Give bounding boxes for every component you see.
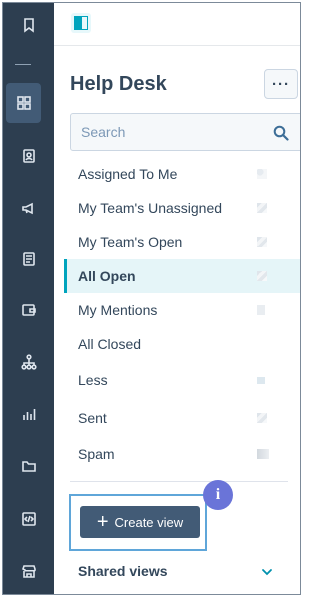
view-count [257, 169, 267, 179]
page-title: Help Desk [70, 73, 167, 95]
app-window: Help Desk ··· Assigned To Me My Team's U… [2, 2, 301, 595]
commerce-nav-button[interactable] [3, 290, 54, 330]
reports-nav-button[interactable] [3, 394, 54, 434]
rail-divider [15, 64, 31, 65]
header-divider [54, 45, 300, 46]
bookmark-icon [23, 18, 34, 33]
folder-icon [21, 461, 36, 472]
plus-icon: + [96, 511, 109, 533]
document-icon [22, 252, 35, 266]
developer-nav-button[interactable] [3, 499, 54, 539]
wallet-icon [21, 304, 36, 316]
more-actions-button[interactable]: ··· [264, 69, 298, 99]
view-count [257, 271, 267, 281]
info-icon[interactable]: i [203, 480, 233, 510]
view-item-label: All Open [78, 268, 136, 284]
contacts-nav-button[interactable] [3, 136, 54, 176]
chevron-down-icon[interactable] [260, 565, 274, 579]
grid-icon [16, 96, 31, 110]
panel-toggle-icon[interactable] [71, 13, 91, 33]
view-count [257, 449, 269, 459]
content-nav-button[interactable] [3, 239, 54, 279]
view-list: Assigned To Me My Team's Unassigned My T… [64, 157, 300, 471]
view-item-label: Assigned To Me [78, 166, 178, 182]
search-icon[interactable] [273, 125, 289, 141]
create-view-button[interactable]: + Create view [80, 506, 200, 538]
view-count [257, 237, 267, 247]
automation-nav-button[interactable] [3, 342, 54, 382]
view-count [257, 305, 265, 315]
view-item-all-closed[interactable]: All Closed [64, 327, 300, 361]
view-item-label: Spam [78, 446, 115, 462]
view-item-my-teams-unassigned[interactable]: My Team's Unassigned [64, 191, 300, 225]
view-count [257, 413, 267, 423]
megaphone-icon [21, 202, 33, 215]
view-item-my-mentions[interactable]: My Mentions [64, 293, 300, 327]
view-item-label: Less [78, 372, 108, 388]
view-item-spam[interactable]: Spam [64, 437, 300, 471]
code-icon [21, 512, 36, 526]
view-item-sent[interactable]: Sent [64, 399, 300, 437]
view-item-label: My Mentions [78, 302, 158, 318]
help-desk-panel: Help Desk ··· Assigned To Me My Team's U… [54, 3, 300, 594]
marketing-nav-button[interactable] [3, 188, 54, 228]
search-input[interactable] [71, 114, 271, 150]
view-item-assigned-to-me[interactable]: Assigned To Me [64, 157, 300, 191]
view-item-label: Sent [78, 410, 107, 426]
view-item-my-teams-open[interactable]: My Team's Open [64, 225, 300, 259]
bookmark-nav-button[interactable] [3, 5, 54, 45]
view-item-all-open[interactable]: All Open [64, 259, 300, 293]
create-view-label: Create view [114, 514, 184, 530]
shared-views-header[interactable]: Shared views [78, 563, 168, 579]
view-count [257, 203, 267, 213]
contacts-icon [22, 149, 35, 163]
files-nav-button[interactable] [3, 446, 54, 486]
list-divider [70, 481, 288, 482]
storefront-icon [21, 565, 36, 578]
view-item-label: My Team's Unassigned [78, 200, 223, 216]
search-box [70, 113, 300, 151]
bar-chart-icon [22, 409, 35, 420]
grid-nav-button[interactable] [6, 83, 41, 123]
org-chart-icon [20, 354, 37, 370]
global-nav-rail [3, 3, 54, 594]
view-item-less-toggle[interactable]: Less [64, 361, 300, 399]
view-item-label: All Closed [78, 336, 142, 352]
view-count [257, 376, 265, 384]
view-item-label: My Team's Open [78, 234, 183, 250]
marketplace-nav-button[interactable] [3, 551, 54, 591]
